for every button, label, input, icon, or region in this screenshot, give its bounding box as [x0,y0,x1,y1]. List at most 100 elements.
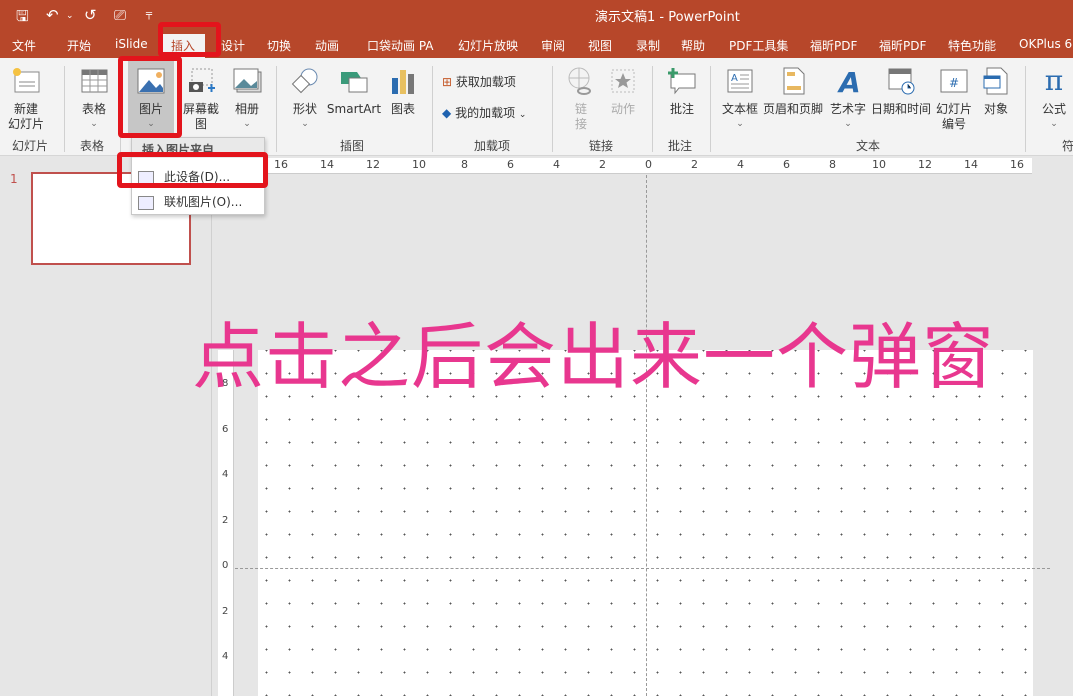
present-icon[interactable]: ⎚ [114,6,126,24]
datetime-button[interactable]: 日期和时间 [870,66,932,117]
textbox-label: 文本框 [721,102,758,116]
album-label: 相册 [234,102,259,116]
tab-12[interactable]: 帮助 [681,37,705,54]
tab-14[interactable]: 福昕PDF [810,37,857,54]
smartart-label: SmartArt [326,102,382,116]
object-icon [983,67,1008,95]
shapes-label: 形状 [292,102,317,116]
screenshot-label: 屏幕截图 [182,102,219,131]
my-addins-button[interactable]: ◆ 我的加载项 ⌄ [442,106,526,123]
new-slide-button[interactable]: 新建 幻灯片 [4,66,48,132]
ruler-tick-label: 4 [553,158,560,171]
undo-icon[interactable]: ↶ [46,6,59,24]
wordart-icon: A [837,66,861,96]
chevron-down-icon: ⌄ [1050,119,1058,129]
tab-10[interactable]: 视图 [588,37,612,54]
chart-label: 图表 [390,102,415,116]
object-button[interactable]: 对象 [980,66,1012,117]
new-slide-label: 新建 幻灯片 [7,102,44,131]
link-label: 链 接 [574,102,587,131]
tab-15[interactable]: 福昕PDF [879,37,926,54]
divider [276,66,277,152]
equation-button[interactable]: π 公式 ⌄ [1036,66,1072,132]
textbox-button[interactable]: A 文本框 ⌄ [720,66,760,132]
smartart-icon [341,72,368,93]
screenshot-button[interactable]: 屏幕截图⌄ [178,66,224,147]
menu-item-online-pictures[interactable]: 联机图片(O)... [138,193,242,210]
equation-label: 公式 [1041,102,1066,116]
ruler-tick-label: 4 [737,158,744,171]
wordart-label: 艺术字 [829,102,866,116]
menu-item-label: 联机图片(O)... [164,195,243,209]
save-icon[interactable]: 🖫 [16,6,29,31]
tab-6[interactable]: 动画 [315,37,339,54]
link-button[interactable]: 链 接 [566,66,596,132]
chevron-down-icon: ⌄ [518,110,527,120]
ruler-tick-label: 16 [274,158,288,171]
slide-number-icon: # [940,69,968,93]
get-addins-button[interactable]: ⊞ 获取加载项 [442,75,516,90]
undo-dropdown-icon[interactable]: ⌄ [66,11,74,21]
action-label: 动作 [610,102,635,116]
ruler-tick-label: 8 [461,158,468,171]
shapes-button[interactable]: 形状 ⌄ [288,66,322,132]
slide-number: 1 [10,172,18,186]
comment-icon [668,68,696,95]
action-button[interactable]: 动作 [606,66,640,117]
screenshot-icon [189,68,215,92]
ruler-tick-label: 14 [320,158,334,171]
tab-11[interactable]: 录制 [636,37,660,54]
comment-label: 批注 [669,102,694,116]
divider [64,66,65,152]
ruler-tick-label: 2 [222,605,229,617]
ruler-tick-label: 14 [964,158,978,171]
ruler-tick-label: 12 [918,158,932,171]
ruler-tick-label: 2 [691,158,698,171]
svg-text:A: A [837,66,861,96]
divider [652,66,653,152]
tab-4[interactable]: 设计 [221,37,245,54]
tab-17[interactable]: OKPlus 6. [1019,37,1073,51]
chevron-down-icon: ⌄ [243,119,251,129]
ruler-tick-label: 6 [222,423,229,435]
group-text-label: 文本 [856,139,881,153]
table-button[interactable]: 表格 ⌄ [76,66,112,132]
tab-8[interactable]: 幻灯片放映 [458,37,518,54]
table-label: 表格 [81,102,106,116]
horizontal-guide [235,568,1050,569]
wordart-button[interactable]: A 艺术字 ⌄ [828,66,868,132]
chevron-down-icon: ⌄ [301,119,309,129]
pi-icon: π [1044,64,1064,97]
customize-qat-icon[interactable]: ╤ [146,9,152,20]
ruler-tick-label: 6 [507,158,514,171]
divider [710,66,711,152]
group-symbols-label: 符 [1062,139,1073,153]
highlight-picture-button [118,56,182,138]
tab-13[interactable]: PDF工具集 [729,37,788,54]
chart-button[interactable]: 图表 [388,66,418,117]
tab-16[interactable]: 特色功能 [948,37,996,54]
album-button[interactable]: 相册 ⌄ [230,66,264,132]
slide-number-button[interactable]: # 幻灯片 编号 [934,66,974,132]
tab-7[interactable]: 口袋动画 PA [367,37,434,54]
tab-9[interactable]: 审阅 [541,37,565,54]
comment-button[interactable]: 批注 [664,66,700,117]
redo-icon[interactable]: ↺ [84,6,97,24]
group-addins-label: 加载项 [474,139,511,153]
addins-store-icon: ⊞ [442,75,453,89]
window-title: 演示文稿1 - PowerPoint [595,10,740,25]
chevron-down-icon: ⌄ [736,119,744,129]
divider [432,66,433,152]
tab-1[interactable]: 开始 [67,37,91,54]
header-footer-button[interactable]: 页眉和页脚 [762,66,824,117]
calendar-clock-icon [888,68,915,95]
group-slides-label: 幻灯片 [12,139,49,153]
tab-2[interactable]: iSlide [115,37,148,51]
smartart-button[interactable]: SmartArt [326,66,382,117]
my-addins-label: 我的加载项 [455,106,516,120]
group-tables-label: 表格 [80,139,105,153]
ruler-tick-label: 10 [872,158,886,171]
ruler-tick-label: 2 [222,514,229,526]
tab-5[interactable]: 切换 [267,37,291,54]
tab-0[interactable]: 文件 [12,37,36,54]
